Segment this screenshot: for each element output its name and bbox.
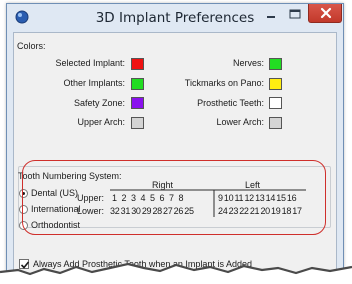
other-implants-color-swatch[interactable] (131, 78, 144, 90)
close-button[interactable] (308, 4, 342, 23)
lower-arch-color-swatch[interactable] (269, 117, 282, 129)
upper-arch-label: Upper Arch: (77, 117, 125, 127)
nerves-color-swatch[interactable] (269, 58, 282, 70)
colors-heading: Colors: (17, 41, 46, 51)
tickmarks-on-pano-color-swatch[interactable] (269, 78, 282, 90)
prosthetic-teeth-color-swatch[interactable] (269, 97, 282, 109)
safety-zone-label: Safety Zone: (73, 98, 125, 108)
selected-implant-label: Selected Implant: (55, 58, 125, 68)
maximize-icon[interactable] (284, 6, 306, 24)
client-area: Colors: Selected Implant: Other Implants… (13, 32, 337, 276)
minimize-icon[interactable] (261, 6, 281, 24)
close-icon (320, 7, 332, 19)
upper-arch-color-swatch[interactable] (131, 117, 144, 129)
torn-edge (0, 262, 352, 284)
annotation-highlight-outline (22, 160, 326, 235)
prosthetic-teeth-label: Prosthetic Teeth: (197, 98, 264, 108)
title-bar[interactable]: 3D Implant Preferences (7, 4, 343, 31)
lower-arch-label: Lower Arch: (216, 117, 264, 127)
selected-implant-color-swatch[interactable] (131, 58, 144, 70)
nerves-label: Nerves: (232, 58, 264, 68)
tickmarks-on-pano-label: Tickmarks on Pano: (184, 78, 264, 88)
other-implants-label: Other Implants: (63, 78, 125, 88)
safety-zone-color-swatch[interactable] (131, 97, 144, 109)
